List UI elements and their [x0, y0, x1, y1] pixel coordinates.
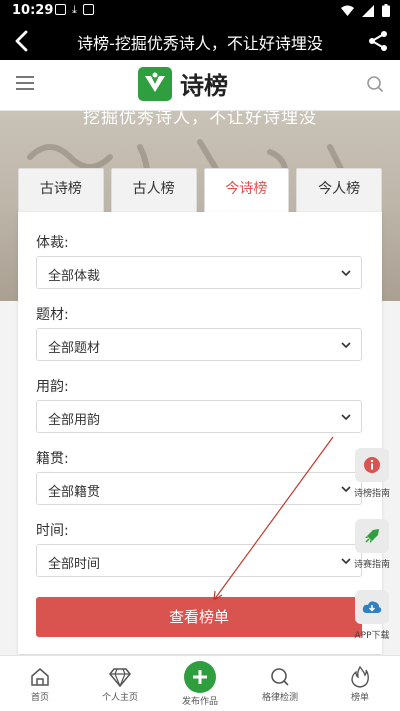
logo-mark-icon	[138, 66, 172, 101]
hometown-select[interactable]: 全部籍贯	[36, 472, 362, 505]
app-notification-icon	[82, 4, 94, 15]
theme-label: 题材:	[36, 307, 69, 323]
cloud-download-icon	[362, 601, 382, 613]
site-header: 诗榜	[0, 60, 400, 111]
status-bar: 10:29 ⤓	[0, 0, 400, 22]
chevron-down-icon	[341, 270, 351, 277]
app-bar: 诗榜-挖掘优秀诗人，不让好诗埋没	[0, 22, 400, 60]
site-logo[interactable]: 诗榜	[138, 66, 228, 101]
menu-icon[interactable]	[16, 76, 34, 90]
time-label: 时间:	[36, 523, 69, 539]
ranking-tabs: 古诗榜 古人榜 今诗榜 今人榜	[18, 168, 382, 212]
view-ranking-button[interactable]: 查看榜单	[36, 597, 362, 637]
logo-text: 诗榜	[180, 72, 228, 100]
search-icon	[271, 668, 289, 686]
battery-icon	[382, 4, 390, 17]
floating-actions: 诗榜指南 诗赛指南 APP下载	[353, 448, 391, 661]
genre-select[interactable]: 全部体裁	[36, 256, 362, 289]
rhyme-select[interactable]: 全部用韵	[36, 400, 362, 433]
status-time: 10:29	[12, 3, 54, 18]
wifi-icon	[341, 5, 354, 16]
nav-meter-check[interactable]: 格律检测	[240, 656, 320, 711]
info-icon	[364, 457, 380, 473]
app-download-button[interactable]: APP下载	[353, 590, 391, 641]
nav-rankings[interactable]: 榜单	[320, 656, 400, 711]
site-slogan: 挖掘优秀诗人，不让好诗埋没	[83, 111, 317, 128]
genre-label: 体裁:	[36, 235, 69, 251]
poem-ranking-guide-button[interactable]: 诗榜指南	[353, 448, 391, 499]
nav-publish[interactable]: 发布作品	[160, 656, 240, 711]
tab-ancient-poets[interactable]: 古人榜	[110, 168, 197, 212]
tab-modern-poems[interactable]: 今诗榜	[203, 168, 290, 212]
tab-modern-poets[interactable]: 今人榜	[296, 168, 382, 212]
contest-guide-button[interactable]: 诗赛指南	[353, 519, 391, 570]
signal-icon	[362, 4, 374, 17]
rocket-icon	[365, 529, 379, 543]
nav-home[interactable]: 首页	[0, 656, 80, 711]
plus-icon	[193, 670, 207, 684]
image-notification-icon	[55, 4, 66, 15]
chevron-down-icon	[341, 414, 351, 421]
rhyme-label: 用韵:	[36, 379, 69, 395]
flame-icon	[351, 666, 369, 688]
nav-profile[interactable]: 个人主页	[80, 656, 160, 711]
share-icon[interactable]	[366, 29, 390, 53]
search-icon[interactable]	[366, 75, 384, 93]
hometown-label: 籍贯:	[36, 451, 69, 467]
theme-select[interactable]: 全部题材	[36, 328, 362, 361]
download-notification-icon: ⤓	[72, 3, 77, 16]
filter-panel: 体裁: 全部体裁 题材: 全部题材 用韵: 全部用韵 籍贯: 全部籍贯 时间: …	[18, 212, 382, 654]
time-select[interactable]: 全部时间	[36, 544, 362, 577]
tab-ancient-poems[interactable]: 古诗榜	[18, 168, 104, 212]
home-icon	[31, 668, 49, 686]
diamond-icon	[109, 668, 131, 687]
page-title: 诗榜-挖掘优秀诗人，不让好诗埋没	[77, 34, 323, 53]
chevron-down-icon	[341, 342, 351, 349]
bottom-navigation: 首页 个人主页 发布作品 格律检测 榜单	[0, 655, 400, 711]
back-arrow-icon[interactable]	[10, 28, 36, 54]
